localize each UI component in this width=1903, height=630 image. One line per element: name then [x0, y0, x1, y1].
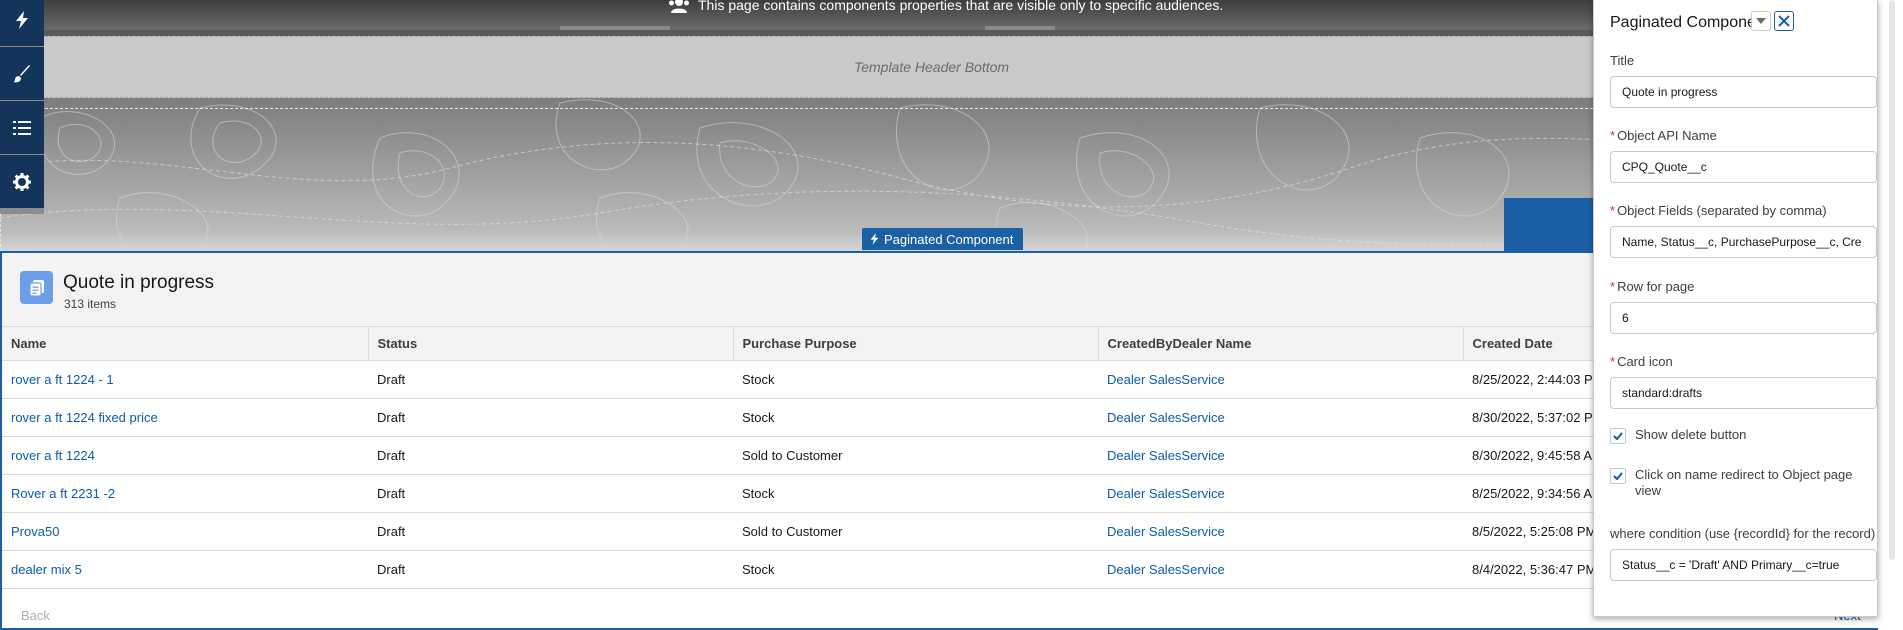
required-marker: * [1610, 354, 1616, 369]
purpose-cell: Sold to Customer [733, 436, 1098, 475]
checkmark-icon [1613, 432, 1623, 440]
object-api-field: * Object API Name [1610, 126, 1877, 183]
brush-icon [13, 64, 30, 82]
card-icon-field: * Card icon [1610, 352, 1877, 409]
checkbox[interactable] [1610, 428, 1626, 444]
row-for-page-field: * Row for page [1610, 277, 1877, 334]
checkbox[interactable] [1610, 468, 1626, 484]
record-name-link[interactable]: dealer mix 5 [11, 562, 82, 577]
dealer-link[interactable]: Dealer SalesService [1107, 372, 1225, 387]
drafts-icon [20, 271, 53, 304]
purpose-cell: Stock [733, 550, 1098, 589]
component-label-text: Paginated Component [884, 231, 1014, 247]
template-header-bottom-label: Template Header Bottom [853, 59, 1010, 75]
navigation-button[interactable] [0, 101, 44, 154]
row-for-page-field-label: * Row for page [1610, 277, 1877, 296]
status-cell: Draft [368, 360, 733, 399]
required-marker: * [1610, 279, 1616, 294]
list-icon [13, 120, 31, 135]
audience-text: This page contains components properties… [698, 0, 1224, 13]
lightning-icon [16, 10, 28, 29]
card-title: Quote in progress [63, 272, 215, 293]
status-cell: Draft [368, 436, 733, 475]
required-marker: * [1610, 203, 1616, 218]
purpose-cell: Stock [733, 474, 1098, 513]
record-name-link[interactable]: Rover a ft 2231 -2 [11, 486, 115, 501]
column-header-purchase-purpose[interactable]: Purchase Purpose [733, 326, 1099, 361]
required-marker: * [1610, 128, 1616, 143]
dealer-link[interactable]: Dealer SalesService [1107, 562, 1225, 577]
audience-icon [669, 0, 689, 13]
card-icon-label-text: Card icon [1617, 354, 1673, 369]
component-label[interactable]: Paginated Component [862, 228, 1024, 250]
show-delete-label: Show delete button [1635, 427, 1747, 442]
object-fields-input[interactable] [1610, 226, 1877, 258]
panel-close-button[interactable] [1774, 11, 1794, 31]
where-condition-input[interactable] [1610, 549, 1877, 581]
theme-button[interactable] [0, 47, 44, 100]
chevron-down-icon [1756, 18, 1766, 24]
record-name-link[interactable]: rover a ft 1224 [11, 448, 95, 463]
record-name-link[interactable]: rover a ft 1224 - 1 [11, 372, 114, 387]
column-header-status[interactable]: Status [368, 326, 734, 361]
purpose-cell: Stock [733, 360, 1098, 399]
banner-tab-shadow [560, 26, 670, 30]
column-header-dealer-name[interactable]: CreatedByDealer Name [1098, 326, 1464, 361]
status-cell: Draft [368, 474, 733, 513]
dealer-link[interactable]: Dealer SalesService [1107, 524, 1225, 539]
redirect-label: Click on name redirect to Object page vi… [1635, 467, 1853, 498]
row-for-page-input[interactable] [1610, 302, 1877, 334]
dealer-link[interactable]: Dealer SalesService [1107, 486, 1225, 501]
object-api-label-text: Object API Name [1617, 128, 1717, 143]
dealer-link[interactable]: Dealer SalesService [1107, 410, 1225, 425]
banner-tab-shadow [985, 26, 1055, 30]
dealer-link[interactable]: Dealer SalesService [1107, 448, 1225, 463]
lightning-icon [870, 233, 879, 245]
title-field: Title [1610, 51, 1877, 108]
title-field-label: Title [1610, 53, 1635, 68]
redirect-checkbox[interactable]: Click on name redirect to Object page vi… [1610, 467, 1875, 499]
checkmark-icon [1613, 472, 1623, 480]
scrollbar[interactable] [1889, 0, 1895, 560]
purpose-cell: Sold to Customer [733, 512, 1098, 551]
panel-title: Paginated Component [1610, 14, 1770, 31]
item-count: 313 items [64, 297, 117, 311]
card-icon-field-label: * Card icon [1610, 352, 1877, 371]
object-fields-field: * Object Fields (separated by comma) [1610, 201, 1877, 258]
components-button[interactable] [0, 0, 44, 46]
record-name-link[interactable]: Prova50 [11, 524, 59, 539]
object-fields-field-label: * Object Fields (separated by comma) [1610, 201, 1877, 220]
object-api-field-label: * Object API Name [1610, 126, 1877, 145]
show-delete-checkbox[interactable]: Show delete button [1610, 427, 1875, 444]
status-cell: Draft [368, 550, 733, 589]
card-icon-input[interactable] [1610, 377, 1877, 409]
back-button[interactable]: Back [21, 608, 50, 623]
where-condition-field-label: where condition (use {recordId} for the … [1610, 526, 1876, 541]
audience-notice: This page contains components properties… [668, 0, 1223, 13]
title-input[interactable] [1610, 76, 1877, 108]
settings-button[interactable] [0, 155, 44, 208]
object-fields-label-text: Object Fields (separated by comma) [1617, 203, 1827, 218]
builder-toolbar [0, 0, 44, 214]
where-condition-field: where condition (use {recordId} for the … [1610, 524, 1877, 581]
row-for-page-label-text: Row for page [1617, 279, 1695, 294]
purpose-cell: Stock [733, 398, 1098, 437]
panel-menu-button[interactable] [1751, 11, 1771, 31]
close-icon [1778, 15, 1790, 27]
record-name-link[interactable]: rover a ft 1224 fixed price [11, 410, 158, 425]
property-panel: Paginated Component Title *Object API Na… [1593, 0, 1878, 617]
status-cell: Draft [368, 512, 733, 551]
column-header-name[interactable]: Name [2, 326, 369, 361]
gear-icon [13, 172, 31, 191]
object-api-input[interactable] [1610, 151, 1877, 183]
status-cell: Draft [368, 398, 733, 437]
